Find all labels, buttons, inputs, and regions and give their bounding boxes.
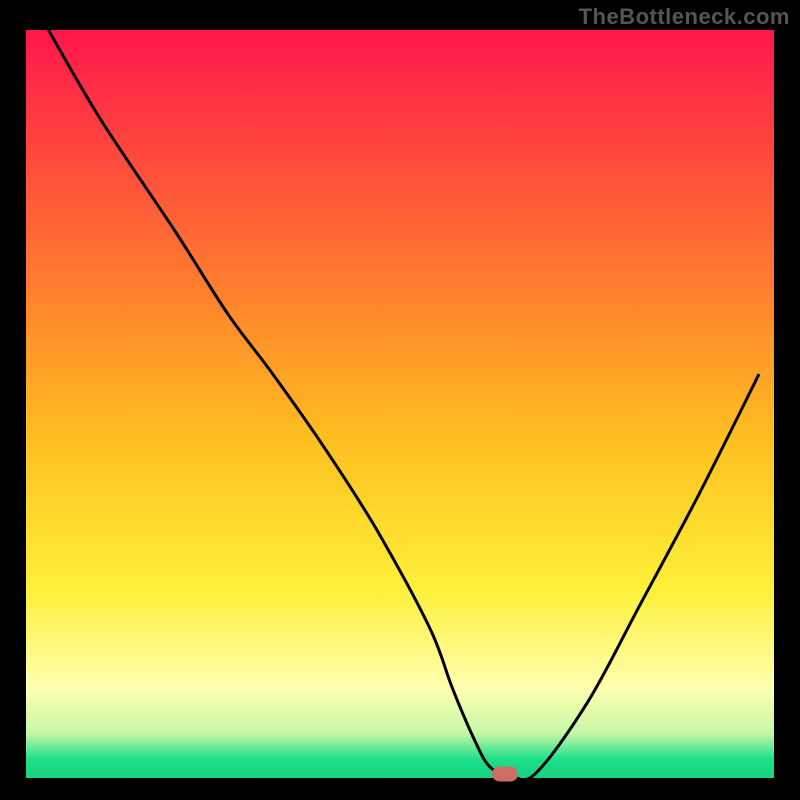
gradient-background <box>26 30 774 778</box>
chart-stage: TheBottleneck.com <box>0 0 800 800</box>
plot-svg <box>26 30 774 778</box>
optimum-marker <box>492 767 518 782</box>
watermark-text: TheBottleneck.com <box>579 4 790 30</box>
plot-area <box>26 30 774 778</box>
